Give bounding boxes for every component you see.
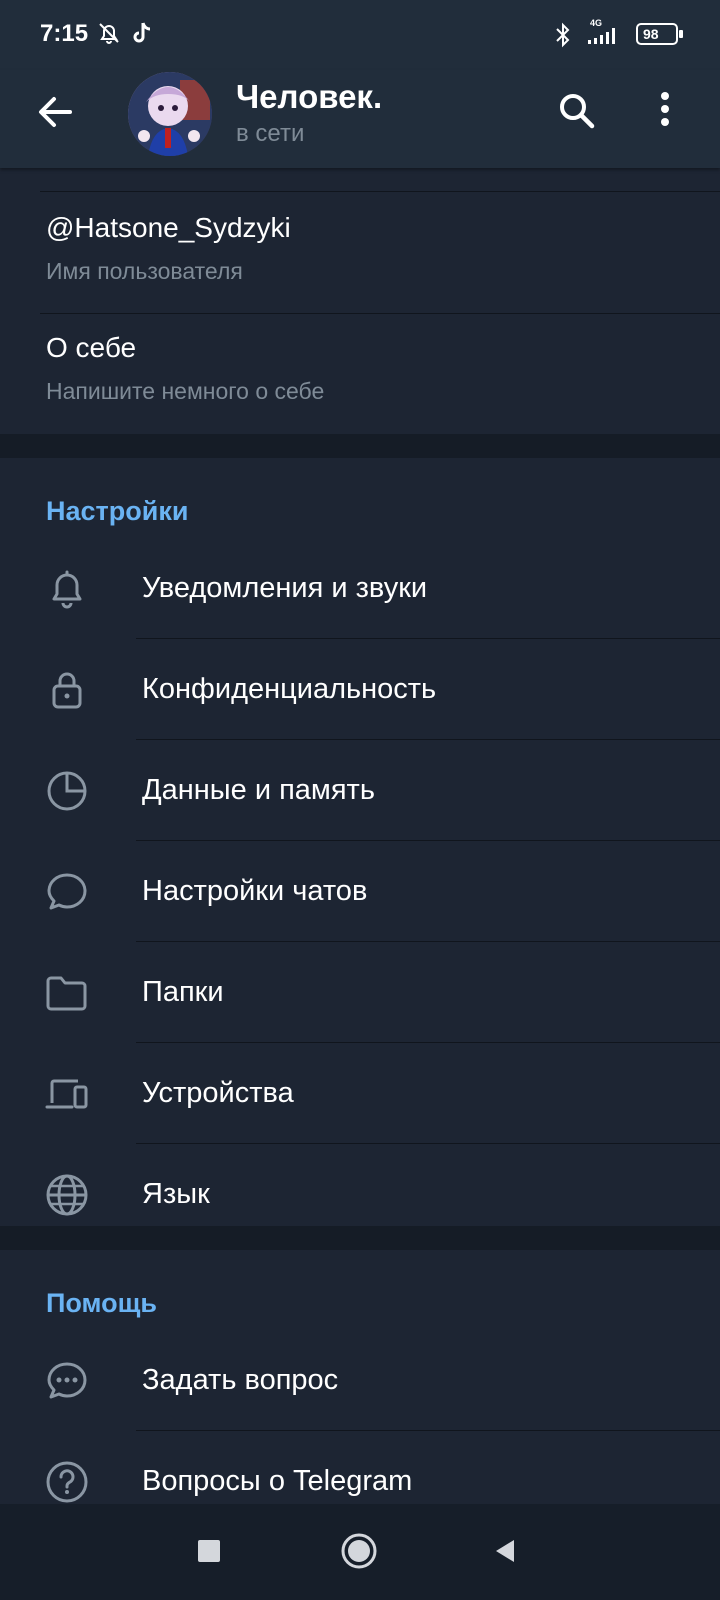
- help-item-label: Вопросы о Telegram: [142, 1465, 413, 1497]
- chat-bubble-icon: [47, 873, 87, 910]
- bio-hint: Напишите немного о себе: [46, 378, 325, 404]
- settings-item-data[interactable]: Данные и память: [0, 740, 720, 841]
- settings-item-label: Настройки чатов: [142, 875, 368, 907]
- online-status: в сети: [236, 120, 305, 147]
- back-arrow-icon[interactable]: [34, 90, 78, 134]
- settings-scroll[interactable]: @Hatsone_Sydzyki Имя пользователя О себе…: [0, 168, 720, 1550]
- settings-item-privacy[interactable]: Конфиденциальность: [0, 639, 720, 740]
- signal-4g-icon: 4G: [586, 18, 626, 46]
- settings-item-label: Данные и память: [142, 774, 375, 806]
- help-section-title: Помощь: [46, 1288, 158, 1318]
- bluetooth-icon: [556, 22, 570, 48]
- question-icon: [46, 1461, 88, 1503]
- search-icon[interactable]: [554, 88, 600, 134]
- bell-icon: [52, 570, 82, 609]
- settings-section: Настройки Уведомления и звуки Конфиденци…: [0, 458, 720, 1226]
- divider: [40, 313, 720, 314]
- chat-title: Человек.: [236, 78, 383, 115]
- status-bar: 7:15 4G 98: [0, 0, 720, 70]
- settings-item-label: Конфиденциальность: [142, 673, 437, 705]
- settings-item-label: Устройства: [142, 1077, 294, 1109]
- recents-square-icon[interactable]: [196, 1538, 222, 1564]
- battery-icon: 98: [636, 23, 684, 45]
- pie-chart-icon: [47, 771, 87, 811]
- battery-level: 98: [643, 26, 659, 42]
- chat-dots-icon: [47, 1362, 87, 1399]
- settings-item-notifications[interactable]: Уведомления и звуки: [0, 538, 720, 639]
- devices-icon: [45, 1079, 88, 1109]
- globe-icon: [46, 1174, 88, 1216]
- section-gap: [0, 434, 720, 458]
- help-item-label: Задать вопрос: [142, 1364, 339, 1396]
- username-value: @Hatsone_Sydzyki: [46, 212, 291, 243]
- settings-section-title: Настройки: [46, 496, 189, 526]
- system-nav-bar: [0, 1504, 720, 1600]
- bell-off-icon: [99, 23, 119, 44]
- back-triangle-icon[interactable]: [492, 1538, 518, 1564]
- home-circle-icon[interactable]: [340, 1532, 378, 1570]
- avatar[interactable]: [128, 72, 212, 156]
- settings-item-folders[interactable]: Папки: [0, 942, 720, 1043]
- tiktok-icon: [133, 22, 151, 43]
- screen: 7:15 4G 98 Человек. в сети @Hatsone_Sydz…: [0, 0, 720, 1600]
- lock-icon: [52, 672, 82, 709]
- bio-row[interactable]: О себе Напишите немного о себе: [46, 332, 720, 405]
- settings-item-chats[interactable]: Настройки чатов: [0, 841, 720, 942]
- partially-hidden-row: [40, 168, 720, 192]
- settings-item-label: Язык: [142, 1178, 210, 1210]
- settings-item-label: Папки: [142, 976, 224, 1008]
- status-time: 7:15: [40, 20, 89, 47]
- settings-item-label: Уведомления и звуки: [142, 572, 428, 604]
- help-item-ask-question[interactable]: Задать вопрос: [0, 1330, 720, 1431]
- username-row[interactable]: @Hatsone_Sydzyki Имя пользователя: [46, 212, 720, 285]
- username-label: Имя пользователя: [46, 258, 243, 284]
- folder-icon: [46, 976, 87, 1011]
- settings-item-language[interactable]: Язык: [0, 1144, 720, 1245]
- settings-item-devices[interactable]: Устройства: [0, 1043, 720, 1144]
- app-header: Человек. в сети: [0, 70, 720, 168]
- more-vert-icon[interactable]: [650, 88, 680, 134]
- profile-info: @Hatsone_Sydzyki Имя пользователя О себе…: [0, 168, 720, 434]
- bio-title: О себе: [46, 332, 137, 363]
